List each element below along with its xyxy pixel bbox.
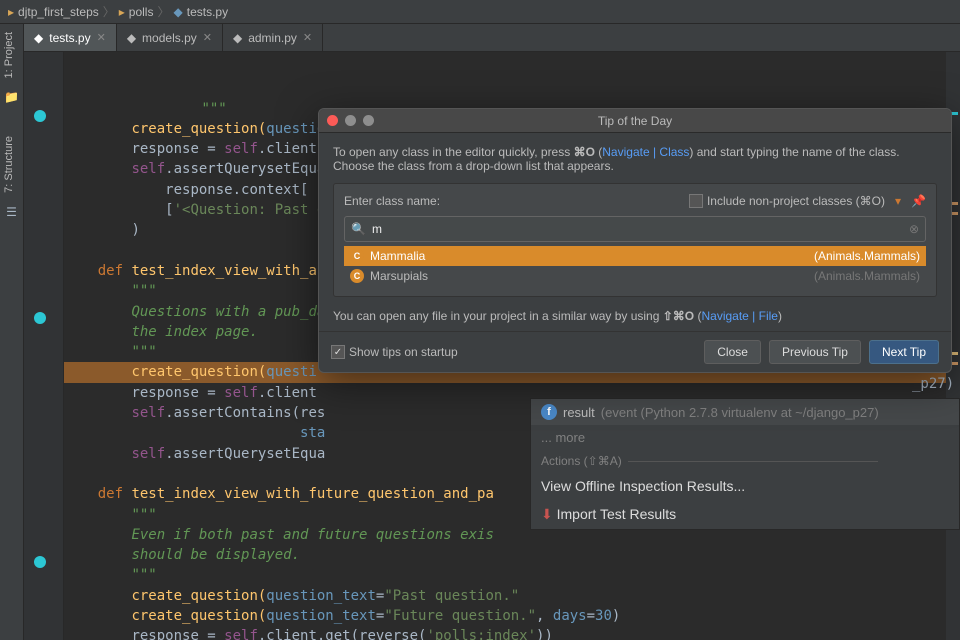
python-file-icon: ◆ [233, 31, 242, 45]
info-icon: f [541, 404, 557, 420]
action-label: Import Test Results [557, 506, 677, 522]
result-row[interactable]: f result (event (Python 2.7.8 virtualenv… [531, 399, 959, 425]
search-query: m [372, 222, 382, 236]
more-link[interactable]: ... more [531, 425, 959, 450]
dialog-titlebar[interactable]: Tip of the Day [319, 109, 951, 133]
toolwindow-project[interactable]: 1: Project [0, 24, 18, 86]
tip-text: To open any class in the editor quickly,… [333, 145, 937, 173]
editor-tabs: ◆ tests.py ✕ ◆ models.py ✕ ◆ admin.py ✕ [24, 24, 960, 52]
tab-label: tests.py [49, 31, 90, 45]
result-detail: (event (Python 2.7.8 virtualenv at ~/dja… [601, 405, 879, 420]
structure-toolwindow-icon: ☰ [0, 201, 23, 223]
close-button[interactable]: Close [704, 340, 761, 364]
window-minimize-icon[interactable] [345, 115, 356, 126]
tab-label: models.py [142, 31, 197, 45]
clear-icon[interactable]: ⊗ [909, 222, 919, 236]
result-name: Marsupials [370, 269, 428, 283]
enter-class-label: Enter class name: [344, 194, 440, 208]
close-icon[interactable]: ✕ [203, 31, 212, 44]
breadcrumb-file[interactable]: tests.py [187, 5, 228, 19]
pin-icon[interactable]: 📌 [911, 194, 926, 208]
dialog-title: Tip of the Day [327, 114, 943, 128]
show-tips-checkbox[interactable]: ✓ Show tips on startup [331, 345, 458, 359]
breadcrumb-folder[interactable]: polls [129, 5, 154, 19]
project-icon: ▸ [8, 5, 14, 19]
next-tip-button[interactable]: Next Tip [869, 340, 939, 364]
window-close-icon[interactable] [327, 115, 338, 126]
tab-tests[interactable]: ◆ tests.py ✕ [24, 24, 117, 51]
python-file-icon: ◆ [174, 5, 183, 19]
result-name: Mammalia [370, 249, 425, 263]
navigate-class-link[interactable]: Navigate | Class [602, 145, 689, 159]
result-item[interactable]: C Mammalia (Animals.Mammals) [344, 246, 926, 266]
tip-of-the-day-dialog: Tip of the Day To open any class in the … [318, 108, 952, 373]
search-everywhere-popup: f result (event (Python 2.7.8 virtualenv… [530, 398, 960, 530]
close-icon[interactable]: ✕ [303, 31, 312, 44]
include-non-project-checkbox[interactable]: Include non-project classes (⌘O) [689, 194, 885, 208]
goto-class-example: Enter class name: Include non-project cl… [333, 183, 937, 297]
python-file-icon: ◆ [127, 31, 136, 45]
toolwindow-structure[interactable]: 7: Structure [0, 128, 18, 201]
result-package: (Animals.Mammals) [814, 269, 920, 283]
actions-header: Actions (⇧⌘A) [531, 450, 959, 472]
breakpoint-marker[interactable] [34, 556, 46, 568]
breadcrumb-project[interactable]: djtp_first_steps [18, 5, 99, 19]
result-package: (Animals.Mammals) [814, 249, 920, 263]
dialog-footer: ✓ Show tips on startup Close Previous Ti… [319, 331, 951, 372]
navigate-file-link[interactable]: Navigate | File [701, 309, 777, 323]
class-icon: C [350, 249, 364, 263]
search-results: C Mammalia (Animals.Mammals) C Marsupial… [344, 246, 926, 286]
import-icon: ⬇ [541, 506, 553, 522]
python-file-icon: ◆ [34, 31, 43, 45]
search-icon: 🔍 [351, 222, 366, 236]
checkbox-label: Show tips on startup [349, 345, 458, 359]
tab-admin[interactable]: ◆ admin.py ✕ [223, 24, 323, 51]
breakpoint-marker[interactable] [34, 110, 46, 122]
left-toolwindow-bar: 1: Project 📁 7: Structure ☰ [0, 24, 24, 640]
breadcrumb-sep: 〉 [103, 3, 115, 20]
close-icon[interactable]: ✕ [97, 31, 106, 44]
action-import-test[interactable]: ⬇ Import Test Results [531, 500, 959, 529]
code-fragment: _p27) [912, 376, 954, 392]
breakpoint-marker[interactable] [34, 312, 46, 324]
breadcrumb-sep: 〉 [157, 3, 169, 20]
checkbox-icon: ✓ [331, 345, 345, 359]
breadcrumb: ▸ djtp_first_steps 〉 ▸ polls 〉 ◆ tests.p… [0, 0, 960, 24]
checkbox-label: Include non-project classes (⌘O) [707, 194, 885, 208]
checkbox-icon [689, 194, 703, 208]
window-maximize-icon[interactable] [363, 115, 374, 126]
class-icon: C [350, 269, 364, 283]
editor-gutter [24, 52, 64, 640]
tip-text-2: You can open any file in your project in… [333, 309, 937, 323]
tab-models[interactable]: ◆ models.py ✕ [117, 24, 223, 51]
class-search-input[interactable]: 🔍 m ⊗ [344, 216, 926, 242]
folder-icon: ▸ [119, 5, 125, 19]
result-item[interactable]: C Marsupials (Animals.Mammals) [344, 266, 926, 286]
filter-icon[interactable]: ▾ [895, 194, 901, 208]
action-view-offline[interactable]: View Offline Inspection Results... [531, 472, 959, 500]
previous-tip-button[interactable]: Previous Tip [769, 340, 861, 364]
tab-label: admin.py [248, 31, 297, 45]
result-label: result [563, 405, 595, 420]
project-toolwindow-icon: 📁 [0, 86, 23, 108]
